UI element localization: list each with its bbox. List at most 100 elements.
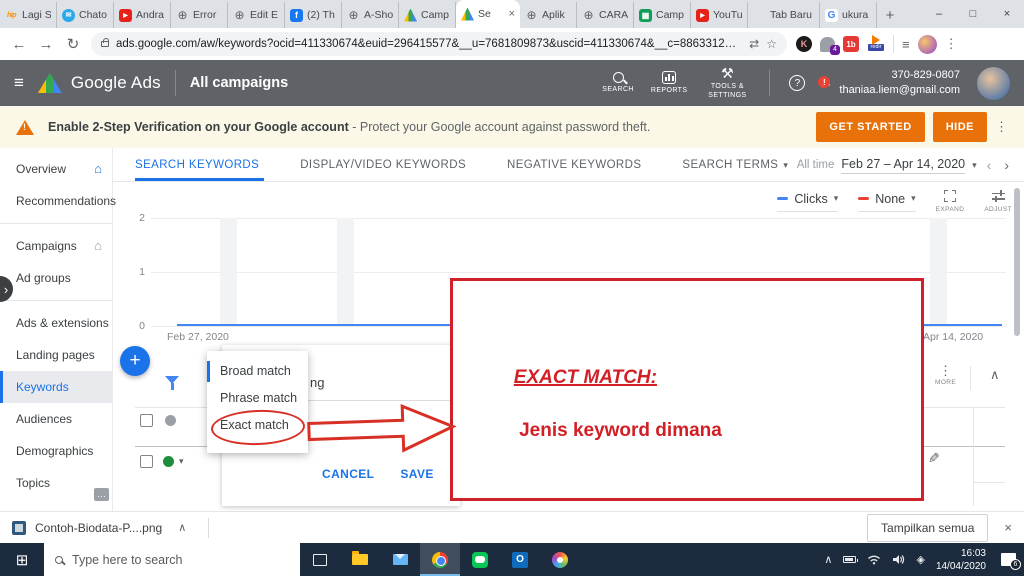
cancel-button[interactable]: CANCEL <box>322 467 374 481</box>
redirect-extension-icon[interactable]: redir <box>867 36 885 52</box>
account-avatar[interactable] <box>977 67 1010 100</box>
keyword-tab[interactable]: DISPLAY/VIDEO KEYWORDS <box>300 148 471 181</box>
address-bar[interactable]: ads.google.com/aw/keywords?ocid=41133067… <box>91 32 787 56</box>
onetab-extension-icon[interactable]: 1b <box>843 36 859 52</box>
tray-chevron-icon[interactable]: ∧ <box>824 553 832 566</box>
wifi-icon[interactable] <box>867 554 881 565</box>
download-filename[interactable]: Contoh-Biodata-P....png <box>35 521 162 535</box>
browser-tab[interactable]: ▶ YouTu × <box>691 2 748 28</box>
browser-tab[interactable]: f (2) Th × <box>285 2 342 28</box>
browser-tab[interactable]: ⊕ Error × <box>171 2 228 28</box>
status-caret-icon[interactable]: ▾ <box>179 456 184 467</box>
page-scrollbar[interactable] <box>1014 188 1020 336</box>
browser-tab[interactable]: Se × <box>456 0 520 28</box>
caret-down-icon[interactable]: ▾ <box>972 160 977 171</box>
action-center-icon[interactable]: 6 <box>1001 553 1016 566</box>
media-list-icon[interactable]: ≡ <box>902 37 910 52</box>
save-button[interactable]: SAVE <box>400 467 433 481</box>
date-range-picker[interactable]: All time Feb 27 – Apr 14, 2020 ▾ ‹ › <box>797 148 1012 182</box>
status-dot-paused[interactable] <box>165 415 176 426</box>
reports-nav-button[interactable]: REPORTS <box>651 71 688 95</box>
date-range-value[interactable]: Feb 27 – Apr 14, 2020 <box>841 157 965 174</box>
metric-none-select[interactable]: None ▾ <box>858 192 915 212</box>
sidebar-item[interactable]: Audiences ⌂ <box>0 403 112 435</box>
keyword-input-fragment[interactable]: ng <box>310 375 324 390</box>
collapse-table-icon[interactable]: ∧ <box>990 367 1000 383</box>
metric-clicks-select[interactable]: Clicks ▾ <box>777 192 838 212</box>
browser-tab[interactable]: ⊕ Edit E × <box>228 2 285 28</box>
edit-pencil-icon[interactable]: ✎ <box>928 450 940 467</box>
url-text[interactable]: ads.google.com/aw/keywords?ocid=41133067… <box>116 38 742 50</box>
search-nav-button[interactable]: SEARCH <box>602 72 634 94</box>
outlook-button[interactable]: O <box>500 543 540 576</box>
feedback-icon[interactable]: … <box>94 488 109 501</box>
download-expand-icon[interactable]: ∧ <box>178 521 186 534</box>
sidebar-item[interactable]: Recommendations ⌂ <box>0 185 112 217</box>
sidebar-item[interactable]: ⌂ <box>0 223 112 224</box>
match-type-option[interactable]: Broad match <box>207 358 308 385</box>
filter-funnel-icon[interactable] <box>165 376 179 384</box>
hide-button[interactable]: HIDE <box>933 112 987 142</box>
battery-icon[interactable] <box>843 556 856 563</box>
new-tab-button[interactable]: + <box>877 2 903 28</box>
browser-tab[interactable]: Camp × <box>399 2 456 28</box>
sidebar-item[interactable]: Demographics ⌂ <box>0 435 112 467</box>
browser-tab[interactable]: ⊕ A-Sho × <box>342 2 399 28</box>
chrome-button[interactable] <box>420 543 460 576</box>
bookmark-star-icon[interactable]: ☆ <box>766 37 777 51</box>
status-dot-enabled[interactable] <box>163 456 174 467</box>
volume-icon[interactable] <box>892 554 905 565</box>
paint-button[interactable] <box>540 543 580 576</box>
sidebar-item[interactable]: Keywords ⌂ <box>0 371 112 403</box>
start-button[interactable]: ⊞ <box>0 543 44 576</box>
close-download-bar-icon[interactable]: × <box>1004 520 1012 535</box>
browser-tab[interactable]: ⊕ Aplik × <box>520 2 577 28</box>
sidebar-item[interactable]: Ads & extensions ⌂ <box>0 307 112 339</box>
browser-tab[interactable]: ▦ Camp × <box>634 2 691 28</box>
taskbar-search[interactable]: Type here to search <box>44 543 300 576</box>
show-all-downloads-button[interactable]: Tampilkan semua <box>867 514 988 542</box>
ghostery-extension-icon[interactable]: 4 <box>820 37 835 52</box>
browser-tab[interactable]: ⊕ CARA × <box>577 2 634 28</box>
sidebar-item[interactable]: ⌂ <box>0 300 112 301</box>
refresh-icon[interactable]: ↻ <box>64 35 82 53</box>
browser-tab[interactable]: ▶ Andra × <box>114 2 171 28</box>
close-window-button[interactable]: × <box>990 0 1024 28</box>
add-keyword-fab[interactable]: + <box>120 346 150 376</box>
minimize-button[interactable]: – <box>922 0 956 28</box>
sidebar-item[interactable]: Landing pages ⌂ <box>0 339 112 371</box>
forward-icon[interactable]: → <box>37 36 55 53</box>
browser-tab[interactable]: ✉ Chato × <box>57 2 114 28</box>
tools-settings-button[interactable]: ⚒ TOOLS & SETTINGS <box>704 66 750 100</box>
banner-overflow-icon[interactable]: ⋮ <box>995 119 1008 135</box>
k-extension-icon[interactable]: K <box>796 36 812 52</box>
tab-close-icon[interactable]: × <box>509 8 515 20</box>
get-started-button[interactable]: GET STARTED <box>816 112 924 142</box>
next-period-icon[interactable]: › <box>1001 157 1012 173</box>
sidebar-item[interactable]: Ad groups ⌂ <box>0 262 112 294</box>
keyword-tab[interactable]: NEGATIVE KEYWORDS <box>507 148 646 181</box>
keyword-tab[interactable]: SEARCH TERMS▾ <box>682 148 788 181</box>
row-checkbox[interactable] <box>140 414 153 427</box>
browser-tab[interactable]: G ukura × <box>820 2 877 28</box>
account-scope-label[interactable]: All campaigns <box>190 75 288 91</box>
browser-tab[interactable]: hip Lagi S × <box>0 2 57 28</box>
menu-hamburger-icon[interactable]: ≡ <box>14 73 24 93</box>
match-type-option[interactable]: Phrase match <box>207 385 308 412</box>
taskbar-clock[interactable]: 16:03 14/04/2020 <box>936 547 986 573</box>
help-icon[interactable]: ? <box>789 75 805 91</box>
file-explorer-button[interactable] <box>340 543 380 576</box>
translate-icon[interactable]: ⇄ <box>749 37 759 51</box>
keyword-tab[interactable]: SEARCH KEYWORDS <box>135 148 264 181</box>
dropbox-icon[interactable]: ◈ <box>916 553 924 566</box>
sidebar-item[interactable]: Campaigns ⌂ <box>0 230 112 262</box>
browser-tab[interactable]: Tab Baru × <box>748 2 820 28</box>
back-icon[interactable]: ← <box>10 36 28 53</box>
line-app-button[interactable] <box>460 543 500 576</box>
mail-button[interactable] <box>380 543 420 576</box>
maximize-button[interactable]: □ <box>956 0 990 28</box>
browser-menu-icon[interactable]: ⋮ <box>945 36 958 52</box>
more-menu-button[interactable]: ⋮ MORE <box>935 364 956 386</box>
browser-profile-avatar[interactable] <box>918 35 937 54</box>
row-checkbox[interactable] <box>140 455 153 468</box>
